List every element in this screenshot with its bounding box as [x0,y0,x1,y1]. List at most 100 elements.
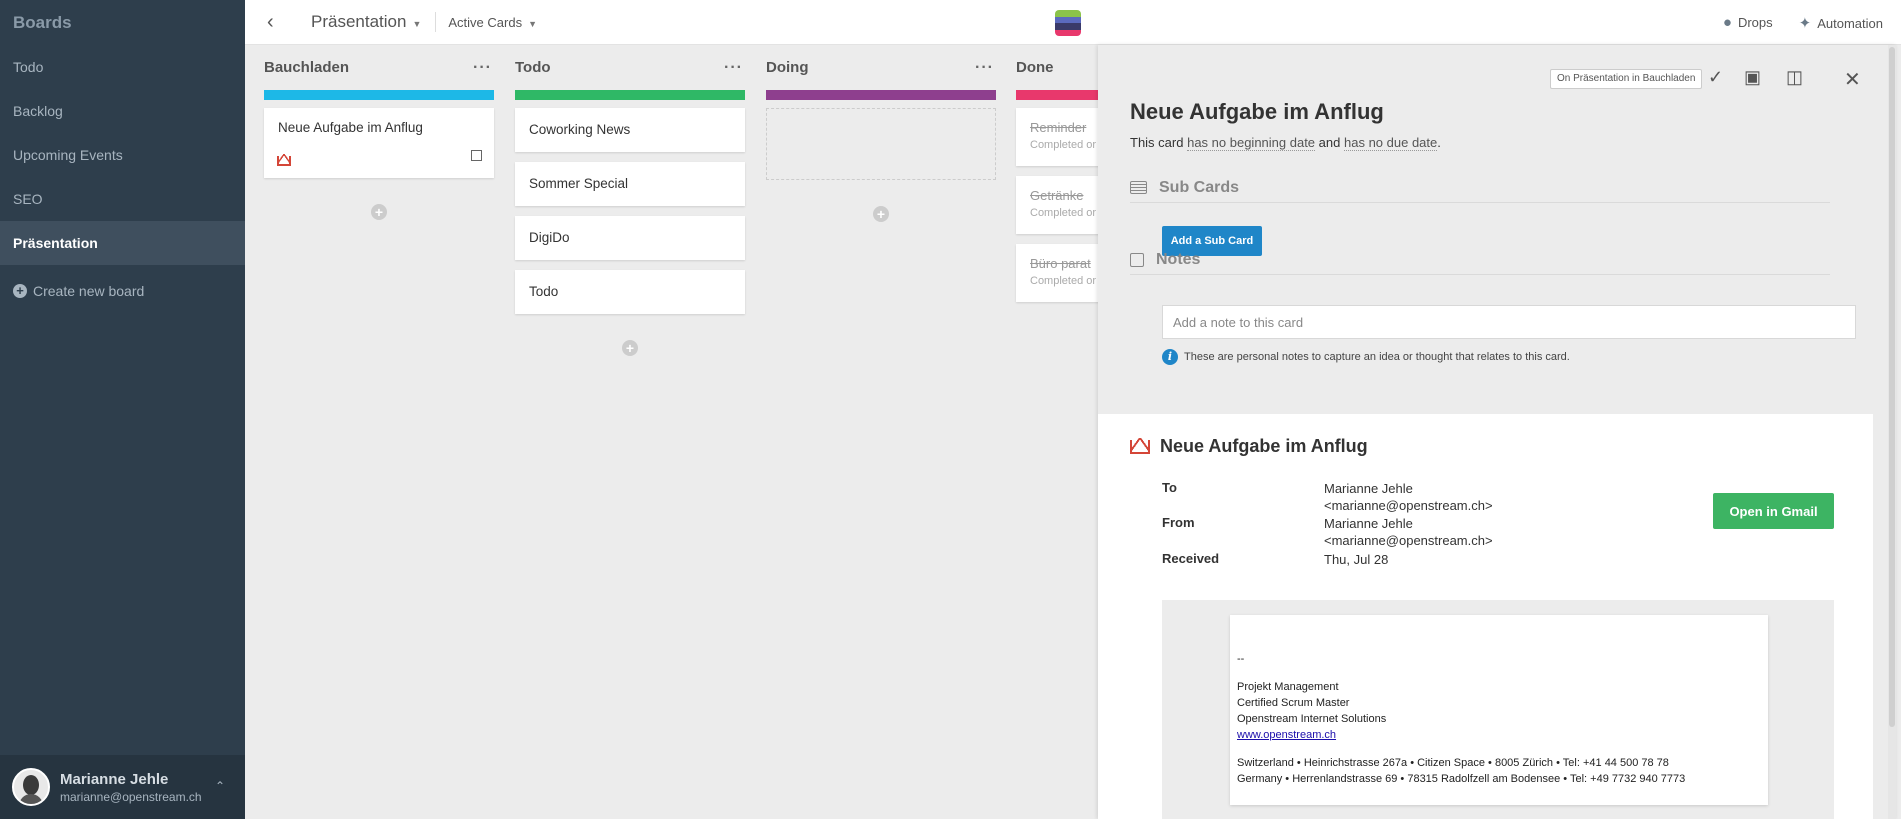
card-digido[interactable]: DigiDo [515,216,745,260]
sidebar-item-upcoming-events[interactable]: Upcoming Events [0,133,245,177]
signature-line: Projekt Management [1237,681,1339,693]
received-value: Thu, Jul 28 [1324,552,1389,567]
card-todo[interactable]: Todo [515,270,745,314]
list-color-bar [264,90,494,100]
caret-down-icon: ▼ [528,18,537,29]
beginning-date-link[interactable]: has no beginning date [1187,135,1316,151]
more-options-icon[interactable]: ··· [473,59,492,77]
card-title: Neue Aufgabe im Anflug [278,120,423,135]
divider [435,12,437,32]
note-input[interactable] [1162,305,1856,339]
gmail-icon [1130,437,1150,454]
list-title: Done [1016,59,1054,76]
signature-line: Openstream Internet Solutions [1237,713,1387,725]
signature-address: Germany • Herrenlandstrasse 69 • 78315 R… [1237,773,1686,785]
card-filter-label: Active Cards [448,14,523,30]
sidebar-item-backlog[interactable]: Backlog [0,89,245,133]
gmail-icon [277,154,291,166]
user-menu[interactable]: Marianne Jehle marianne@openstream.ch ⌃ [0,755,245,819]
user-email: marianne@openstream.ch [60,789,202,804]
card-neue-aufgabe[interactable]: Neue Aufgabe im Anflug [264,108,494,178]
to-address: <marianne@openstream.ch> [1324,498,1493,513]
sidebar-item-praesentation[interactable]: Präsentation [0,221,245,265]
email-body-container: -- Projekt Management Certified Scrum Ma… [1162,600,1834,819]
board-name: Präsentation [311,12,407,31]
sidebar-item-todo[interactable]: Todo [0,45,245,89]
add-card-button[interactable]: + [371,204,387,220]
more-options-icon[interactable]: ··· [975,59,994,77]
sidebar-title: Boards [13,13,72,32]
droplet-icon: ● [1722,14,1732,31]
card-location-badge[interactable]: On Präsentation in Bauchladen [1550,69,1703,89]
from-name: Marianne Jehle [1324,516,1413,531]
dates-prefix: This card [1130,135,1184,150]
to-name: Marianne Jehle [1324,481,1413,496]
scrollbar[interactable] [1888,45,1896,819]
create-board-label: Create new board [33,283,145,299]
received-label: Received [1162,551,1220,566]
list-doing: Doing ··· + [766,45,996,222]
archive-icon[interactable]: ▣ [1744,67,1761,88]
due-date-link[interactable]: has no due date [1344,135,1438,151]
board-name-dropdown[interactable]: Präsentation ▼ [311,12,421,32]
from-value: Marianne Jehle <marianne@openstream.ch> [1324,515,1493,549]
chevron-up-icon[interactable]: ⌃ [215,779,225,793]
trash-icon[interactable]: ◫ [1786,67,1803,88]
list-color-bar [766,90,996,100]
card-filter-dropdown[interactable]: Active Cards ▼ [448,15,537,30]
sidebar: Boards Todo Backlog Upcoming Events SEO … [0,0,245,819]
app-logo-icon [1055,10,1081,36]
card-coworking-news[interactable]: Coworking News [515,108,745,152]
avatar [12,768,50,806]
card-detail-panel: On Präsentation in Bauchladen ✓ ▣ ◫ ✕ Ne… [1098,45,1896,819]
sidebar-item-seo[interactable]: SEO [0,177,245,221]
close-icon[interactable]: ✕ [1844,67,1861,92]
to-label: To [1162,480,1177,495]
card-detail-title[interactable]: Neue Aufgabe im Anflug [1130,99,1384,125]
scroll-thumb[interactable] [1889,47,1895,727]
drop-placeholder[interactable] [766,108,996,180]
checkmark-icon[interactable]: ✓ [1708,67,1723,88]
notes-section-header: Notes [1130,245,1830,275]
magic-wand-icon: ✦ [1798,14,1812,32]
list-icon [1130,181,1147,194]
note-icon [1130,252,1144,267]
info-icon: i [1162,349,1178,365]
add-card-button[interactable]: + [622,340,638,356]
back-arrow-icon[interactable]: ‹ [267,11,297,34]
subcards-section-header: Sub Cards [1130,173,1830,203]
card-dates: This card has no beginning date and has … [1130,135,1441,151]
automation-button[interactable]: ✦ Automation [1799,14,1883,32]
signature-address: Switzerland • Heinrichstrasse 267a • Cit… [1237,757,1669,769]
list-title: Todo [515,59,551,76]
dates-and: and [1318,135,1341,150]
to-value: Marianne Jehle <marianne@openstream.ch> [1324,480,1493,514]
add-card-button[interactable]: + [873,206,889,222]
signature-separator: -- [1237,653,1245,665]
notes-info-text: These are personal notes to capture an i… [1184,351,1570,363]
drops-button[interactable]: ● Drops [1723,14,1773,31]
plus-circle-icon: + [13,284,27,298]
email-body: -- Projekt Management Certified Scrum Ma… [1230,615,1768,805]
open-in-gmail-button[interactable]: Open in Gmail [1713,493,1834,529]
list-title: Bauchladen [264,59,350,76]
list-todo: Todo ··· Coworking News Sommer Special D… [515,45,745,356]
website-link[interactable]: www.openstream.ch [1237,729,1336,741]
notes-label: Notes [1156,250,1201,268]
edit-icon[interactable] [471,150,482,161]
caret-down-icon: ▼ [412,19,422,29]
subcards-label: Sub Cards [1159,178,1240,196]
automation-label: Automation [1817,15,1883,31]
dates-suffix: . [1437,135,1441,150]
create-board-button[interactable]: + Create new board [0,273,245,309]
notes-info: i These are personal notes to capture an… [1162,349,1570,365]
email-title: Neue Aufgabe im Anflug [1160,436,1368,456]
from-label: From [1162,515,1195,530]
email-preview: Neue Aufgabe im Anflug To Marianne Jehle… [1098,414,1873,819]
more-options-icon[interactable]: ··· [724,59,743,77]
signature-line: Certified Scrum Master [1237,697,1350,709]
list-bauchladen: Bauchladen ··· Neue Aufgabe im Anflug + [264,45,494,220]
card-sommer-special[interactable]: Sommer Special [515,162,745,206]
list-title: Doing [766,59,809,76]
from-address: <marianne@openstream.ch> [1324,533,1493,548]
